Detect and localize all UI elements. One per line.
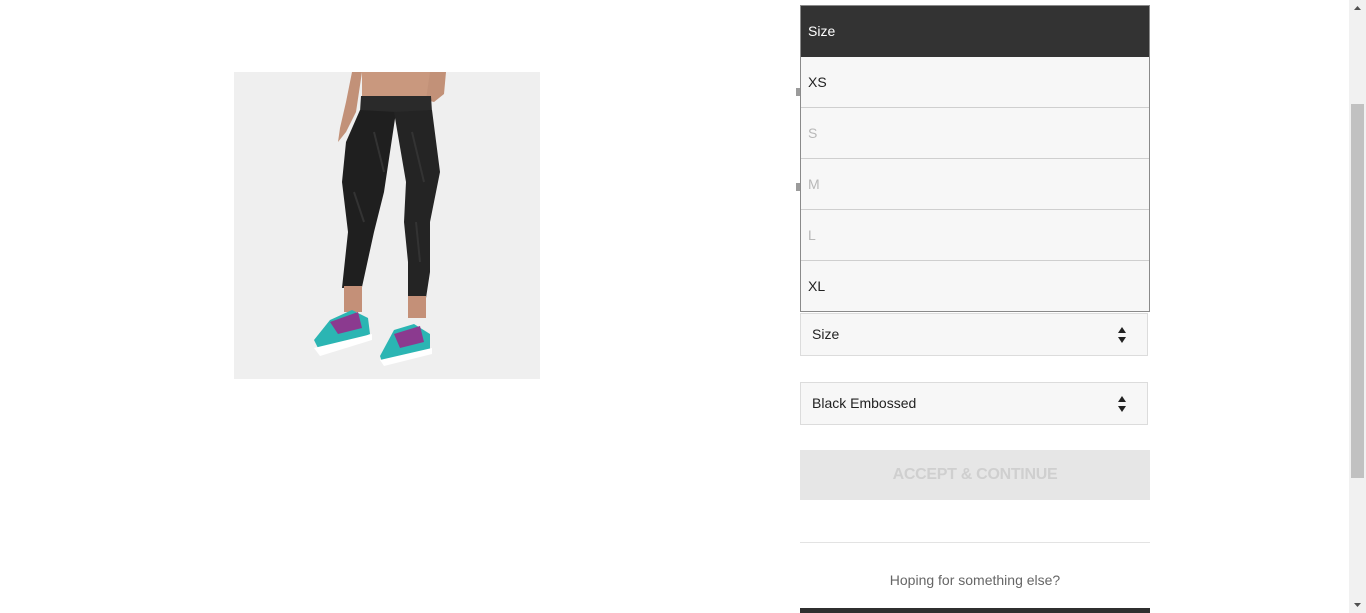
divider bbox=[800, 542, 1150, 543]
accept-continue-button[interactable]: ACCEPT & CONTINUE bbox=[800, 450, 1150, 500]
size-dropdown-list[interactable]: Size XS S M L XL bbox=[800, 5, 1150, 312]
size-option-m: M bbox=[801, 159, 1149, 210]
size-option-xs[interactable]: XS bbox=[801, 57, 1149, 108]
size-select[interactable]: Size bbox=[800, 313, 1148, 356]
hoping-text: Hoping for something else? bbox=[889, 572, 1061, 588]
select-arrows-icon bbox=[1117, 394, 1127, 414]
next-section-button[interactable] bbox=[800, 608, 1150, 613]
size-option-s: S bbox=[801, 108, 1149, 159]
select-arrows-icon bbox=[1117, 325, 1127, 345]
scroll-down-arrow-icon[interactable] bbox=[1349, 596, 1366, 613]
size-select-value: Size bbox=[812, 326, 840, 342]
scrollbar-thumb[interactable] bbox=[1351, 104, 1364, 478]
vertical-scrollbar[interactable] bbox=[1349, 0, 1366, 613]
size-option-header[interactable]: Size bbox=[801, 6, 1149, 57]
size-option-l: L bbox=[801, 210, 1149, 261]
size-option-xl[interactable]: XL bbox=[801, 261, 1149, 311]
scroll-up-arrow-icon[interactable] bbox=[1349, 0, 1366, 17]
product-image bbox=[234, 72, 540, 379]
color-select-value: Black Embossed bbox=[812, 395, 917, 411]
page: Size XS S M L XL Size Black Embossed ACC… bbox=[0, 0, 1366, 613]
color-select[interactable]: Black Embossed bbox=[800, 382, 1148, 425]
